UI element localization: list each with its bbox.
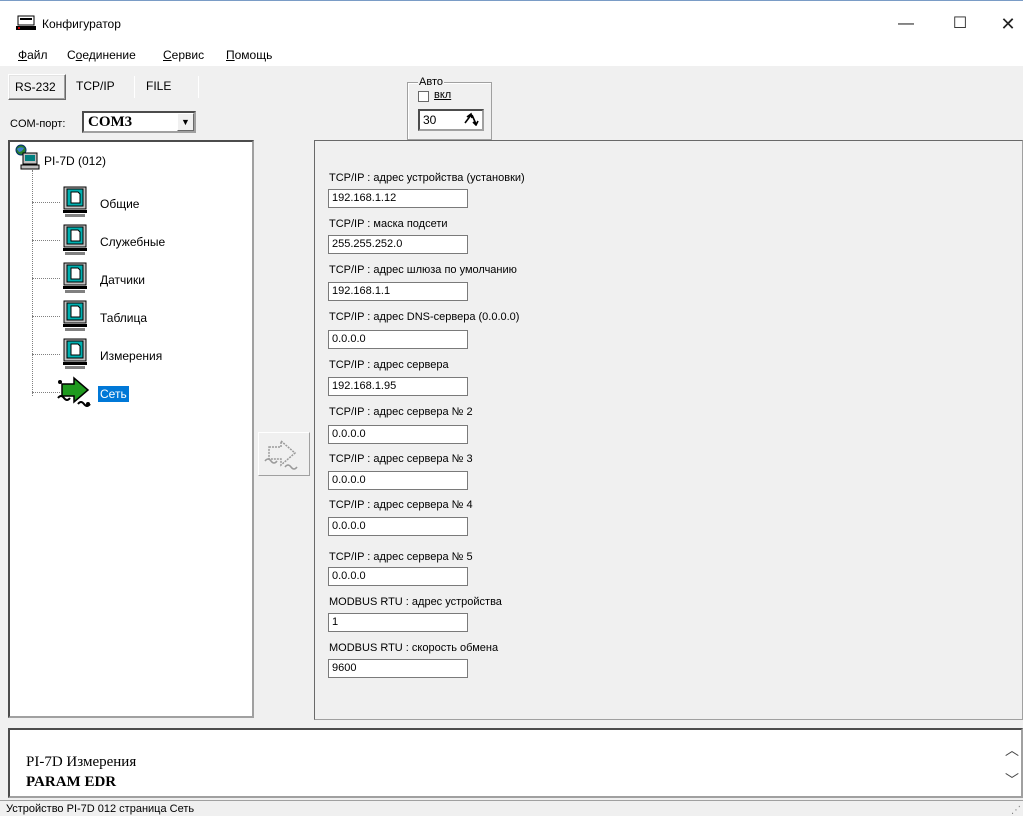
- tree-root-label[interactable]: PI-7D (012): [44, 154, 106, 168]
- field-label: TCP/IP : адрес сервера: [329, 359, 449, 371]
- server-ip-input[interactable]: 192.168.1.95: [328, 377, 468, 396]
- auto-checkbox[interactable]: [418, 91, 429, 102]
- menu-connection[interactable]: Соединение: [67, 48, 136, 62]
- field-label: TCP/IP : адрес DNS-сервера (0.0.0.0): [329, 311, 520, 323]
- parameters-panel: TCP/IP : адрес устройства (установки) 19…: [314, 140, 1023, 720]
- tree-item-sensors[interactable]: Датчики: [32, 262, 242, 294]
- log-line: PI-7D Измерения: [26, 754, 137, 770]
- tree-item-label: Таблица: [100, 311, 148, 325]
- chevron-down-icon[interactable]: ﹀: [1005, 770, 1019, 790]
- menu-help[interactable]: Помощь: [226, 48, 272, 62]
- status-text: Устройство PI-7D 012 страница Сеть: [6, 803, 195, 815]
- auto-checkbox-label[interactable]: вкл: [434, 89, 451, 101]
- device-ip-input[interactable]: 192.168.1.12: [328, 189, 468, 208]
- auto-interval-spinner[interactable]: 30: [418, 109, 484, 131]
- page-icon: [63, 224, 87, 255]
- field-label: TCP/IP : адрес устройства (установки): [329, 172, 525, 184]
- transfer-button[interactable]: [258, 432, 310, 476]
- tree-item-label: Сеть: [98, 386, 129, 402]
- tree-item-general[interactable]: Общие: [32, 186, 242, 218]
- tree-connector: [32, 240, 60, 241]
- tab-file[interactable]: FILE: [140, 74, 190, 100]
- modbus-baud-input[interactable]: 9600: [328, 659, 468, 678]
- computer-globe-icon[interactable]: [14, 144, 40, 170]
- menu-bar: Файл Соединение Сервис Помощь: [0, 44, 1023, 66]
- network-arrow-icon: [57, 376, 91, 407]
- auto-legend: Авто: [418, 76, 444, 88]
- window-title: Конфигуратор: [42, 17, 121, 31]
- tab-separator: [198, 76, 199, 98]
- dns-server-input[interactable]: 0.0.0.0: [328, 330, 468, 349]
- field-label: TCP/IP : адрес сервера № 2: [329, 406, 473, 418]
- gateway-input[interactable]: 192.168.1.1: [328, 282, 468, 301]
- auto-interval-value: 30: [423, 113, 437, 127]
- page-icon: [63, 186, 87, 217]
- status-bar: Устройство PI-7D 012 страница Сеть ⋰: [0, 800, 1023, 816]
- server2-ip-input[interactable]: 0.0.0.0: [328, 425, 468, 444]
- tree-item-network[interactable]: Сеть: [32, 376, 242, 408]
- com-port-select[interactable]: COM3 ▼: [82, 111, 196, 133]
- auto-group: Авто вкл 30: [407, 76, 492, 140]
- log-line: PARAM EDR: [26, 774, 117, 790]
- page-icon: [63, 262, 87, 293]
- tab-separator: [134, 76, 135, 98]
- chevron-down-icon[interactable]: ▼: [177, 113, 194, 131]
- menu-service[interactable]: Сервис: [163, 48, 204, 62]
- field-label: TCP/IP : адрес сервера № 3: [329, 453, 473, 465]
- resize-grip-icon[interactable]: ⋰: [1011, 805, 1021, 816]
- transfer-arrow-icon: [264, 439, 298, 470]
- tree-connector: [32, 354, 60, 355]
- subnet-mask-input[interactable]: 255.255.252.0: [328, 235, 468, 254]
- tree-connector: [32, 202, 60, 203]
- log-panel[interactable]: PI-7D Измерения PARAM EDR ︿ ﹀: [8, 728, 1023, 798]
- server3-ip-input[interactable]: 0.0.0.0: [328, 471, 468, 490]
- page-icon: [63, 338, 87, 369]
- minimize-button[interactable]: —: [886, 9, 926, 39]
- spin-arrows-icon[interactable]: [462, 112, 480, 128]
- tree-item-label: Служебные: [100, 235, 166, 249]
- title-bar: Конфигуратор — ☐ ✕: [0, 0, 1023, 44]
- tree-item-label: Датчики: [100, 273, 145, 287]
- modbus-address-input[interactable]: 1: [328, 613, 468, 632]
- tree-connector: [32, 278, 60, 279]
- tab-rs232[interactable]: RS-232: [8, 74, 66, 100]
- maximize-button[interactable]: ☐: [940, 9, 980, 39]
- page-icon: [63, 300, 87, 331]
- device-tree: PI-7D (012) Общие Служебные Датчики Табл…: [8, 140, 254, 718]
- field-label: TCP/IP : адрес сервера № 5: [329, 551, 473, 563]
- menu-file[interactable]: Файл: [18, 48, 48, 62]
- field-label: TCP/IP : адрес шлюза по умолчанию: [329, 264, 517, 276]
- tree-item-label: Измерения: [100, 349, 163, 363]
- tab-tcpip[interactable]: TCP/IP: [70, 74, 132, 100]
- tree-item-table[interactable]: Таблица: [32, 300, 242, 332]
- server5-ip-input[interactable]: 0.0.0.0: [328, 567, 468, 586]
- field-label: TCP/IP : адрес сервера № 4: [329, 499, 473, 511]
- com-port-label: COM-порт:: [10, 118, 66, 130]
- tree-item-service[interactable]: Служебные: [32, 224, 242, 256]
- tree-item-label: Общие: [100, 197, 140, 211]
- close-button[interactable]: ✕: [988, 9, 1023, 39]
- app-icon: [16, 15, 36, 30]
- server4-ip-input[interactable]: 0.0.0.0: [328, 517, 468, 536]
- field-label: MODBUS RTU : скорость обмена: [329, 642, 499, 654]
- field-label: TCP/IP : маска подсети: [329, 218, 448, 230]
- com-port-value: COM3: [88, 114, 133, 130]
- chevron-up-icon[interactable]: ︿: [1005, 740, 1019, 760]
- tree-connector: [32, 316, 60, 317]
- tree-item-measurements[interactable]: Измерения: [32, 338, 242, 370]
- field-label: MODBUS RTU : адрес устройства: [329, 596, 502, 608]
